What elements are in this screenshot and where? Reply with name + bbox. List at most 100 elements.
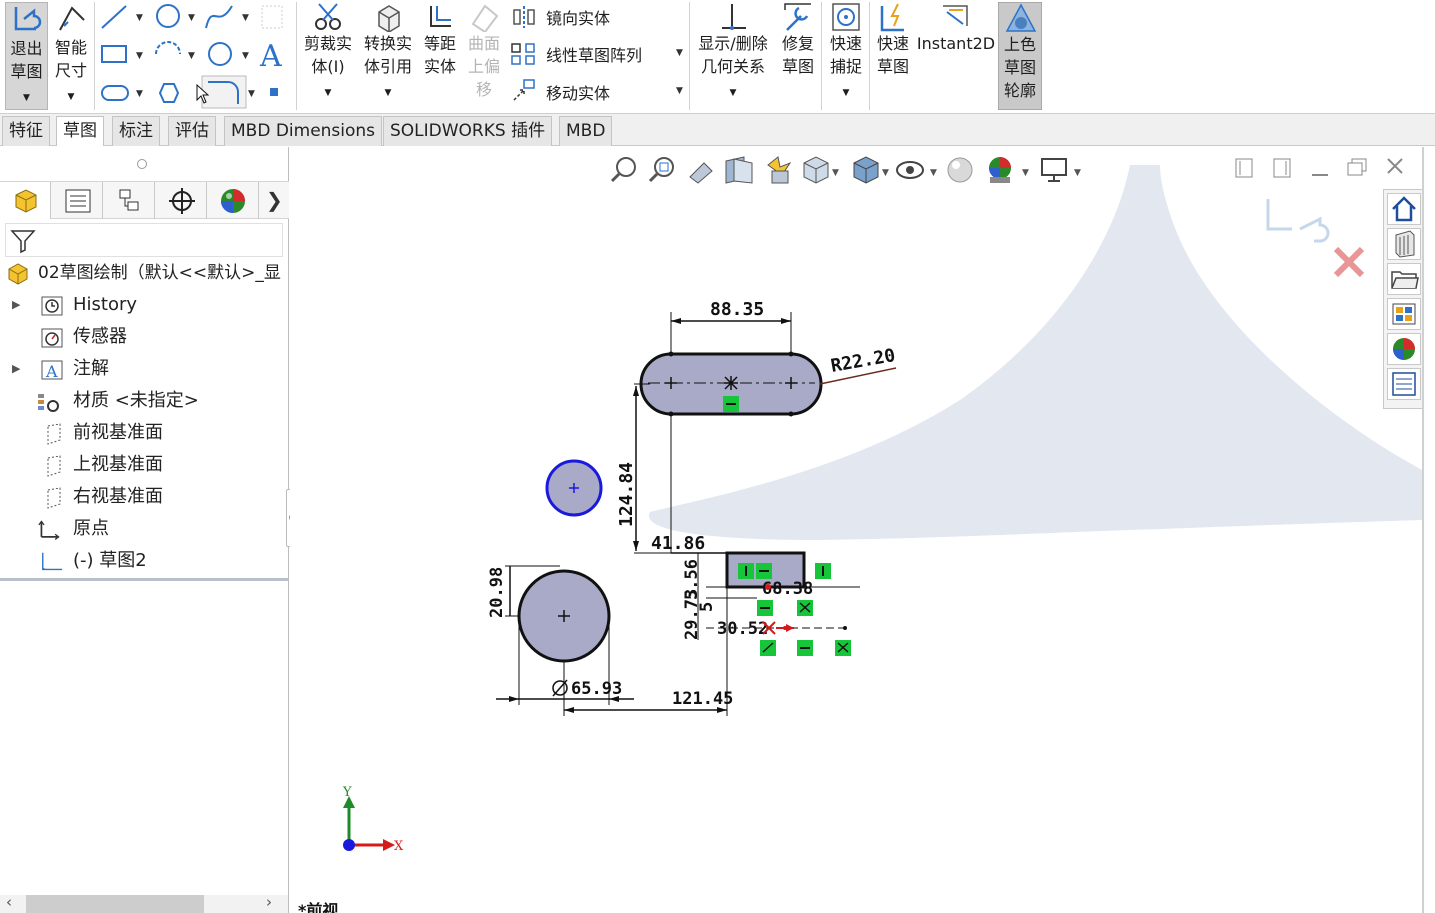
scroll-left-icon[interactable]: ‹ — [6, 893, 12, 911]
exit-sketch-button[interactable]: 退出 草图 ▼ — [5, 2, 48, 110]
configuration-manager-icon — [119, 189, 139, 211]
tree-item-front-plane[interactable]: 前视基准面 — [0, 418, 289, 448]
tree-root-part[interactable]: 02草图绘制（默认<<默认>_显 — [0, 258, 289, 288]
dimension-text: 88.35 — [710, 299, 764, 320]
instant2d-button[interactable]: Instant2D — [916, 2, 996, 110]
tree-item-label: History — [73, 294, 138, 315]
linear-sketch-pattern-button[interactable]: 线性草图阵列 ▼ — [508, 40, 688, 66]
selected-circle[interactable] — [545, 459, 603, 517]
tab-solidworks-addins[interactable]: SOLIDWORKS 插件 — [383, 116, 553, 146]
exit-sketch-label-1: 退出 — [10, 39, 43, 58]
shaded-contours-label-2: 草图 — [1003, 58, 1036, 77]
triad-y-label: Y — [342, 785, 352, 800]
rapid-sketch-label-1: 快速 — [876, 34, 909, 53]
dimension-slot-radius[interactable]: R22.20 — [819, 345, 897, 385]
tree-item-sensors[interactable]: 传感器 — [0, 322, 289, 352]
chevron-right-icon[interactable]: ❯ — [266, 188, 283, 212]
property-manager-tab[interactable] — [52, 182, 103, 219]
sketch-canvas[interactable]: 88.35 R22.20 124.84 41.86 5.56 29.73 5 3… — [290, 147, 1422, 913]
graphics-vertical-scrollbar[interactable] — [1422, 147, 1424, 913]
tab-evaluate[interactable]: 评估 — [168, 116, 216, 146]
dimension-text: 121.45 — [672, 689, 733, 709]
ribbon-separator — [94, 2, 95, 110]
feature-manager-tab[interactable] — [0, 182, 51, 219]
spline-icon[interactable] — [205, 5, 233, 29]
display-delete-relations-button[interactable]: 显示/删除 几何关系 ▼ — [693, 2, 773, 110]
manager-tabs: ❯ — [0, 181, 289, 219]
smart-dimension-icon — [59, 6, 85, 31]
tree-item-material[interactable]: 材质 <未指定> — [0, 386, 289, 416]
text-icon[interactable]: A — [259, 39, 282, 74]
shaded-contours-label-3: 轮廓 — [1003, 81, 1036, 100]
offset-surface-icon — [471, 4, 499, 32]
graphics-area[interactable]: ▼ ▼ ▼ ▼ ▼ 88.35 R22.20 124.84 41.86 5.56… — [290, 147, 1435, 913]
trim-label-2: 体(I) — [311, 57, 345, 76]
tab-features[interactable]: 特征 — [2, 116, 50, 146]
tree-item-history[interactable]: ▶ History — [0, 290, 289, 320]
tree-item-sketch2[interactable]: (-) 草图2 — [0, 546, 289, 576]
tree-bottom-divider — [0, 578, 288, 581]
quick-snaps-button[interactable]: 快速 捕捉 ▼ — [825, 2, 867, 110]
offset-entities-button[interactable]: 等距 实体 — [419, 2, 461, 110]
tree-item-origin[interactable]: 原点 — [0, 514, 289, 544]
mirror-label: 镜向实体 — [546, 9, 611, 28]
panel-splitter-handle[interactable] — [137, 159, 147, 169]
linear-pattern-label: 线性草图阵列 — [546, 46, 643, 65]
dimension-text: 65.93 — [571, 679, 622, 699]
ribbon-separator — [821, 2, 822, 110]
tree-item-annotations[interactable]: ▶ A 注解 — [0, 354, 289, 384]
expand-arrow-icon[interactable]: ▶ — [12, 354, 20, 384]
mirror-entities-button[interactable]: 镜向实体 — [508, 4, 688, 30]
point-icon[interactable] — [261, 5, 283, 29]
tab-mbd[interactable]: MBD — [559, 116, 613, 146]
ribbon-separator — [869, 2, 870, 110]
expand-arrow-icon[interactable]: ▶ — [12, 290, 20, 320]
offset-on-surface-button[interactable]: 曲面 上偏 移 — [463, 2, 505, 110]
chevron-down-icon: ▼ — [676, 86, 683, 96]
rapid-sketch-button[interactable]: 快速 草图 — [872, 2, 914, 110]
svg-text:▼: ▼ — [242, 51, 249, 61]
smart-dimension-button[interactable]: 智能 尺寸 ▼ — [50, 2, 92, 110]
rapid-sketch-icon — [880, 3, 904, 32]
plane-icon — [47, 455, 61, 477]
tree-item-top-plane[interactable]: 上视基准面 — [0, 450, 289, 480]
scroll-right-icon[interactable]: › — [266, 893, 272, 911]
sketch-circle[interactable] — [517, 569, 611, 663]
tree-item-right-plane[interactable]: 右视基准面 — [0, 482, 289, 512]
tree-horizontal-scrollbar[interactable]: ‹ › — [0, 893, 288, 913]
quick-snaps-label-1: 快速 — [829, 34, 862, 53]
repair-label-2: 草图 — [781, 57, 814, 76]
polygon-icon[interactable] — [208, 42, 232, 66]
shaded-sketch-contours-button[interactable]: 上色 草图 轮廓 — [998, 2, 1042, 110]
move-entities-button[interactable]: 移动实体 ▼ — [508, 78, 688, 104]
display-manager-tab[interactable] — [208, 182, 259, 219]
hexagon-icon[interactable] — [158, 83, 180, 103]
tree-root-label: 02草图绘制（默认<<默认>_显 — [38, 263, 281, 283]
repair-sketch-button[interactable]: 修复 草图 — [777, 2, 819, 110]
convert-entities-button[interactable]: 转换实 体引用 ▼ — [359, 2, 417, 110]
solidworks-window: 退出 草图 ▼ 智能 尺寸 ▼ ▼ ▼ ▼ ▼ ▼ ▼ A ▼ ▼ 剪裁实 体(… — [0, 0, 1435, 913]
sensor-icon — [41, 328, 63, 348]
scroll-thumb[interactable] — [26, 895, 204, 913]
chevron-down-icon: ▼ — [676, 48, 683, 58]
dimxpert-manager-tab[interactable] — [156, 182, 207, 219]
plane-small-icon[interactable] — [270, 88, 278, 96]
linear-pattern-icon — [511, 43, 535, 65]
dimension-slot-length[interactable]: 88.35 — [670, 299, 792, 352]
tab-markup[interactable]: 标注 — [112, 116, 160, 146]
slot-icon[interactable] — [101, 85, 129, 101]
tab-mbd-dimensions[interactable]: MBD Dimensions — [224, 116, 383, 146]
trim-entities-button[interactable]: 剪裁实 体(I) ▼ — [300, 2, 356, 110]
tree-filter-bar[interactable] — [5, 223, 283, 257]
dimension-text: R22.20 — [829, 345, 897, 377]
filter-icon — [10, 230, 36, 254]
surface-offset-label-1: 曲面 — [467, 34, 500, 53]
line-icon[interactable] — [101, 5, 127, 29]
feature-manager-panel: ❯ 02草图绘制（默认<<默认>_显 ▶ History 传感器 ▶ A 注解 … — [0, 147, 300, 913]
circle-icon[interactable] — [156, 4, 180, 28]
tab-sketch[interactable]: 草图 — [56, 116, 104, 146]
arc-icon[interactable] — [155, 41, 181, 55]
mirror-icon — [513, 6, 535, 28]
configuration-manager-tab[interactable] — [104, 182, 155, 219]
rectangle-icon[interactable] — [101, 45, 127, 63]
